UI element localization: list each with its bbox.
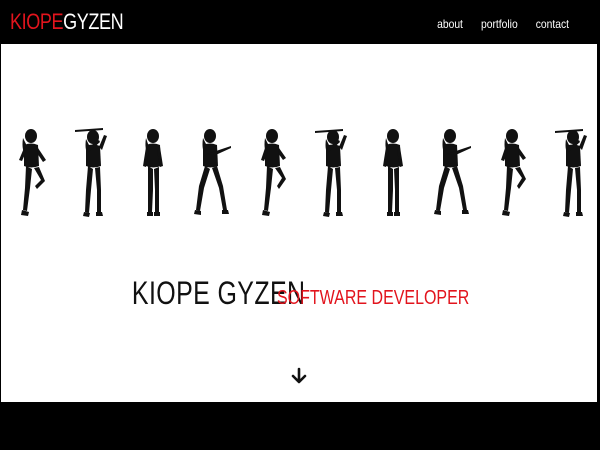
figure-photo-2: [73, 126, 113, 222]
figure-photo-5: [253, 126, 293, 222]
hero-role: SOFTWARE DEVELOPER: [277, 287, 470, 309]
figure-photo-1: [13, 126, 53, 222]
figure-photo-3: [133, 126, 173, 222]
hero-section: KIOPE GYZENSOFTWARE DEVELOPER: [0, 44, 598, 402]
figure-photo-8: [433, 126, 473, 222]
logo-part-red: KIOPE: [10, 9, 64, 34]
bottom-bar: [0, 402, 600, 450]
nav-link-portfolio[interactable]: portfolio: [481, 17, 518, 31]
nav-link-about[interactable]: about: [437, 17, 463, 31]
figure-photo-6: [313, 126, 353, 222]
nav-link-contact[interactable]: contact: [536, 17, 569, 31]
top-navigation-bar: KIOPEGYZEN about portfolio contact: [0, 0, 600, 44]
figure-photo-7: [373, 126, 413, 222]
arrow-down-icon[interactable]: [290, 367, 308, 385]
figure-photo-9: [493, 126, 533, 222]
logo-part-white: GYZEN: [63, 9, 124, 34]
figure-photo-4: [193, 126, 233, 222]
photo-strip: [13, 126, 593, 222]
main-nav: about portfolio contact: [435, 17, 572, 31]
site-logo[interactable]: KIOPEGYZEN: [10, 9, 124, 35]
figure-photo-10: [553, 126, 593, 222]
hero-headline: KIOPE GYZENSOFTWARE DEVELOPER: [1, 275, 599, 311]
